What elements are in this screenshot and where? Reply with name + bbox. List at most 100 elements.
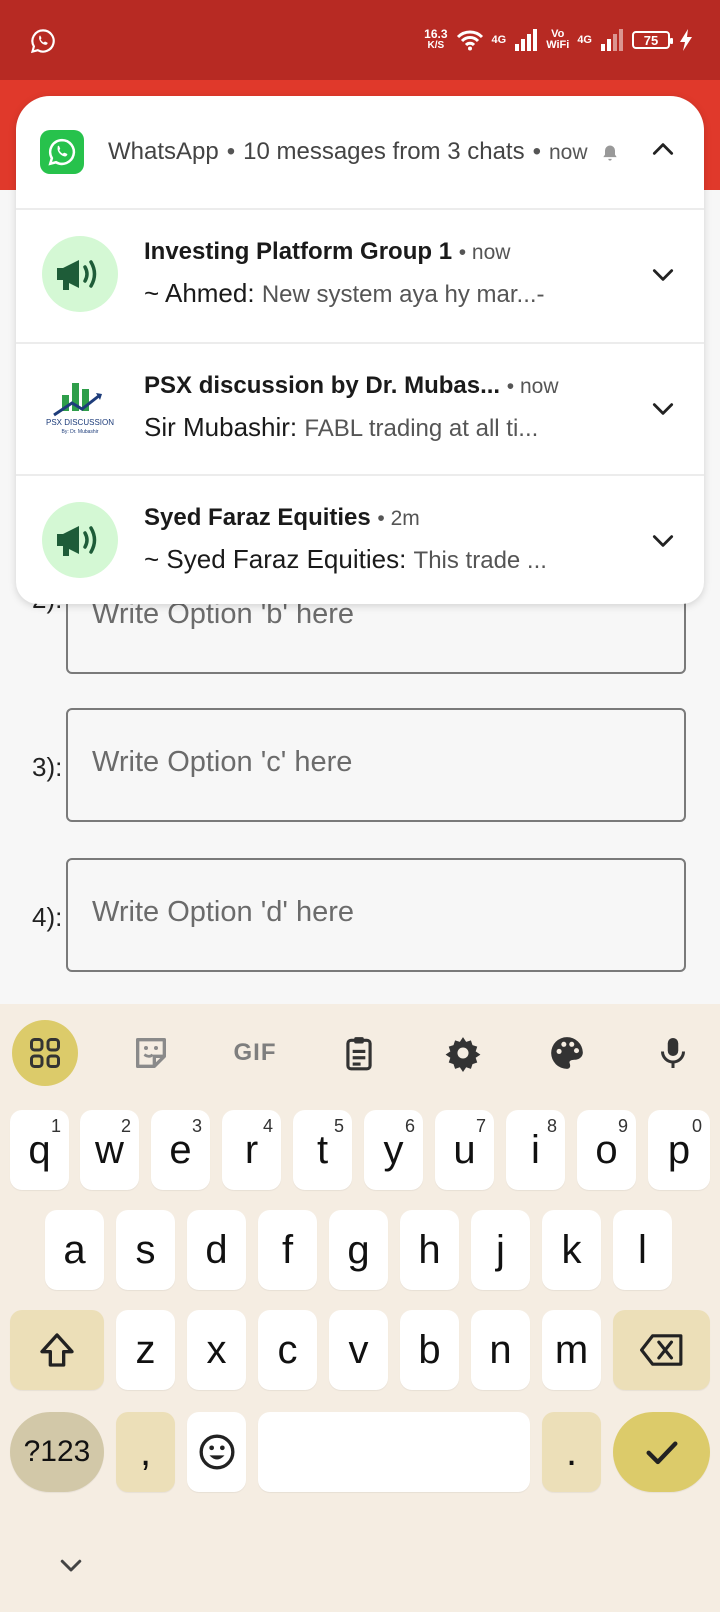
chat-title: Syed Faraz Equities [144,504,371,531]
keyboard: GIF q 1 w 2 e 3 r 4 t 5 y 6 u 7 i 8 o 9 … [0,1004,720,1612]
key-g[interactable]: g [329,1210,388,1290]
key-s[interactable]: s [116,1210,175,1290]
chevron-down-icon[interactable] [650,396,676,422]
chat-title: PSX discussion by Dr. Mubas... [144,372,501,399]
key-u[interactable]: u7 [435,1110,494,1190]
key-v[interactable]: v [329,1310,388,1390]
palette-icon[interactable] [534,1020,600,1086]
group-avatar [42,502,118,578]
message-sender: ~ Ahmed: [144,278,255,308]
key-z[interactable]: z [116,1310,175,1390]
battery-indicator: 75 [632,31,673,49]
chat-title: Investing Platform Group 1 [144,238,453,265]
message-time: 2m [390,507,420,530]
message-body: New system aya hy mar...- [261,281,545,308]
apps-grid-icon[interactable] [12,1020,78,1086]
network-type-2: 4G [577,33,592,46]
option-label: 3): [32,752,63,782]
microphone-icon[interactable] [640,1020,706,1086]
space-bar[interactable] [258,1412,530,1492]
key-x[interactable]: x [187,1310,246,1390]
wifi-icon [456,30,483,51]
key-m[interactable]: m [542,1310,601,1390]
signal-icon [515,29,538,51]
message-line: ~ Syed Faraz Equities: This trade ... [144,544,547,575]
settings-icon[interactable] [430,1020,496,1086]
notification-message[interactable]: PSX DISCUSSION By: Dr. Mubashir PSX disc… [16,344,704,476]
megaphone-icon [57,526,97,556]
key-r[interactable]: r4 [222,1110,281,1190]
clipboard-icon[interactable] [326,1020,392,1086]
chat-title-row: Investing Platform Group 1 • now [144,238,511,265]
gif-button[interactable]: GIF [222,1020,288,1086]
key-w[interactable]: w2 [80,1110,139,1190]
key-e[interactable]: e3 [151,1110,210,1190]
backspace-key[interactable] [613,1310,710,1390]
key-n[interactable]: n [471,1310,530,1390]
group-avatar [42,236,118,312]
done-key[interactable] [613,1412,710,1492]
message-time: now [471,241,511,264]
notification-message[interactable]: Investing Platform Group 1 • now ~ Ahmed… [16,210,704,342]
whatsapp-status-icon [30,29,55,54]
notification-summary: WhatsApp • 10 messages from 3 chats • now [108,138,620,166]
key-a[interactable]: a [45,1210,104,1290]
key-f[interactable]: f [258,1210,317,1290]
option-label: 4): [32,902,63,932]
option-c-input[interactable]: Write Option 'c' here [66,708,686,822]
vowifi-indicator: Vo WiFi [546,28,570,51]
message-line: Sir Mubashir: FABL trading at all ti... [144,412,538,443]
shift-key[interactable] [10,1310,104,1390]
sticker-icon[interactable] [118,1020,184,1086]
psx-discussion-logo: PSX DISCUSSION By: Dr. Mubashir [42,370,118,446]
notification-time: now [549,141,588,164]
emoji-icon [199,1434,234,1470]
megaphone-icon [57,260,97,290]
message-time: now [519,375,559,398]
hide-keyboard-icon[interactable] [56,1550,86,1580]
notification-panel[interactable]: WhatsApp • 10 messages from 3 chats • now In… [16,96,704,604]
network-speed: 16.3 K/S [424,27,448,51]
comma-key[interactable]: , [116,1412,175,1492]
chevron-down-icon[interactable] [650,528,676,554]
key-q[interactable]: q1 [10,1110,69,1190]
network-type-1: 4G [491,33,507,46]
bell-icon [603,145,617,161]
signal-icon-2 [601,29,623,51]
key-y[interactable]: y6 [364,1110,423,1190]
key-o[interactable]: o9 [577,1110,636,1190]
chevron-up-icon[interactable] [650,136,676,162]
option-placeholder: Write Option 'c' here [92,746,353,778]
key-d[interactable]: d [187,1210,246,1290]
checkmark-icon [646,1441,677,1465]
symbols-key[interactable]: ?123 [10,1412,104,1492]
message-line: ~ Ahmed: New system aya hy mar...- [144,278,545,309]
status-bar: 16.3 K/S 4G Vo WiFi 4G 75 [0,0,720,80]
key-j[interactable]: j [471,1210,530,1290]
emoji-key[interactable] [187,1412,246,1492]
message-sender: Sir Mubashir: [144,412,298,442]
key-b[interactable]: b [400,1310,459,1390]
chevron-down-icon[interactable] [650,262,676,288]
chat-title-row: Syed Faraz Equities • 2m [144,504,420,531]
notification-header[interactable]: WhatsApp • 10 messages from 3 chats • now [16,96,704,208]
key-k[interactable]: k [542,1210,601,1290]
notification-message[interactable]: Syed Faraz Equities • 2m ~ Syed Faraz Eq… [16,476,704,604]
gif-label: GIF [233,1039,277,1066]
psx-logo-graphic: PSX DISCUSSION By: Dr. Mubashir [46,383,114,435]
backspace-icon [639,1334,682,1366]
key-p[interactable]: p0 [648,1110,710,1190]
option-d-input[interactable]: Write Option 'd' here [66,858,686,972]
key-t[interactable]: t5 [293,1110,352,1190]
period-key[interactable]: . [542,1412,601,1492]
charging-icon [680,29,692,51]
chat-title-row: PSX discussion by Dr. Mubas... • now [144,372,559,399]
key-c[interactable]: c [258,1310,317,1390]
app-name: WhatsApp [108,138,219,165]
message-body: This trade ... [413,547,547,574]
key-h[interactable]: h [400,1210,459,1290]
message-body: FABL trading at all ti... [304,415,539,442]
key-i[interactable]: i8 [506,1110,565,1190]
shift-icon [40,1333,74,1367]
key-l[interactable]: l [613,1210,672,1290]
